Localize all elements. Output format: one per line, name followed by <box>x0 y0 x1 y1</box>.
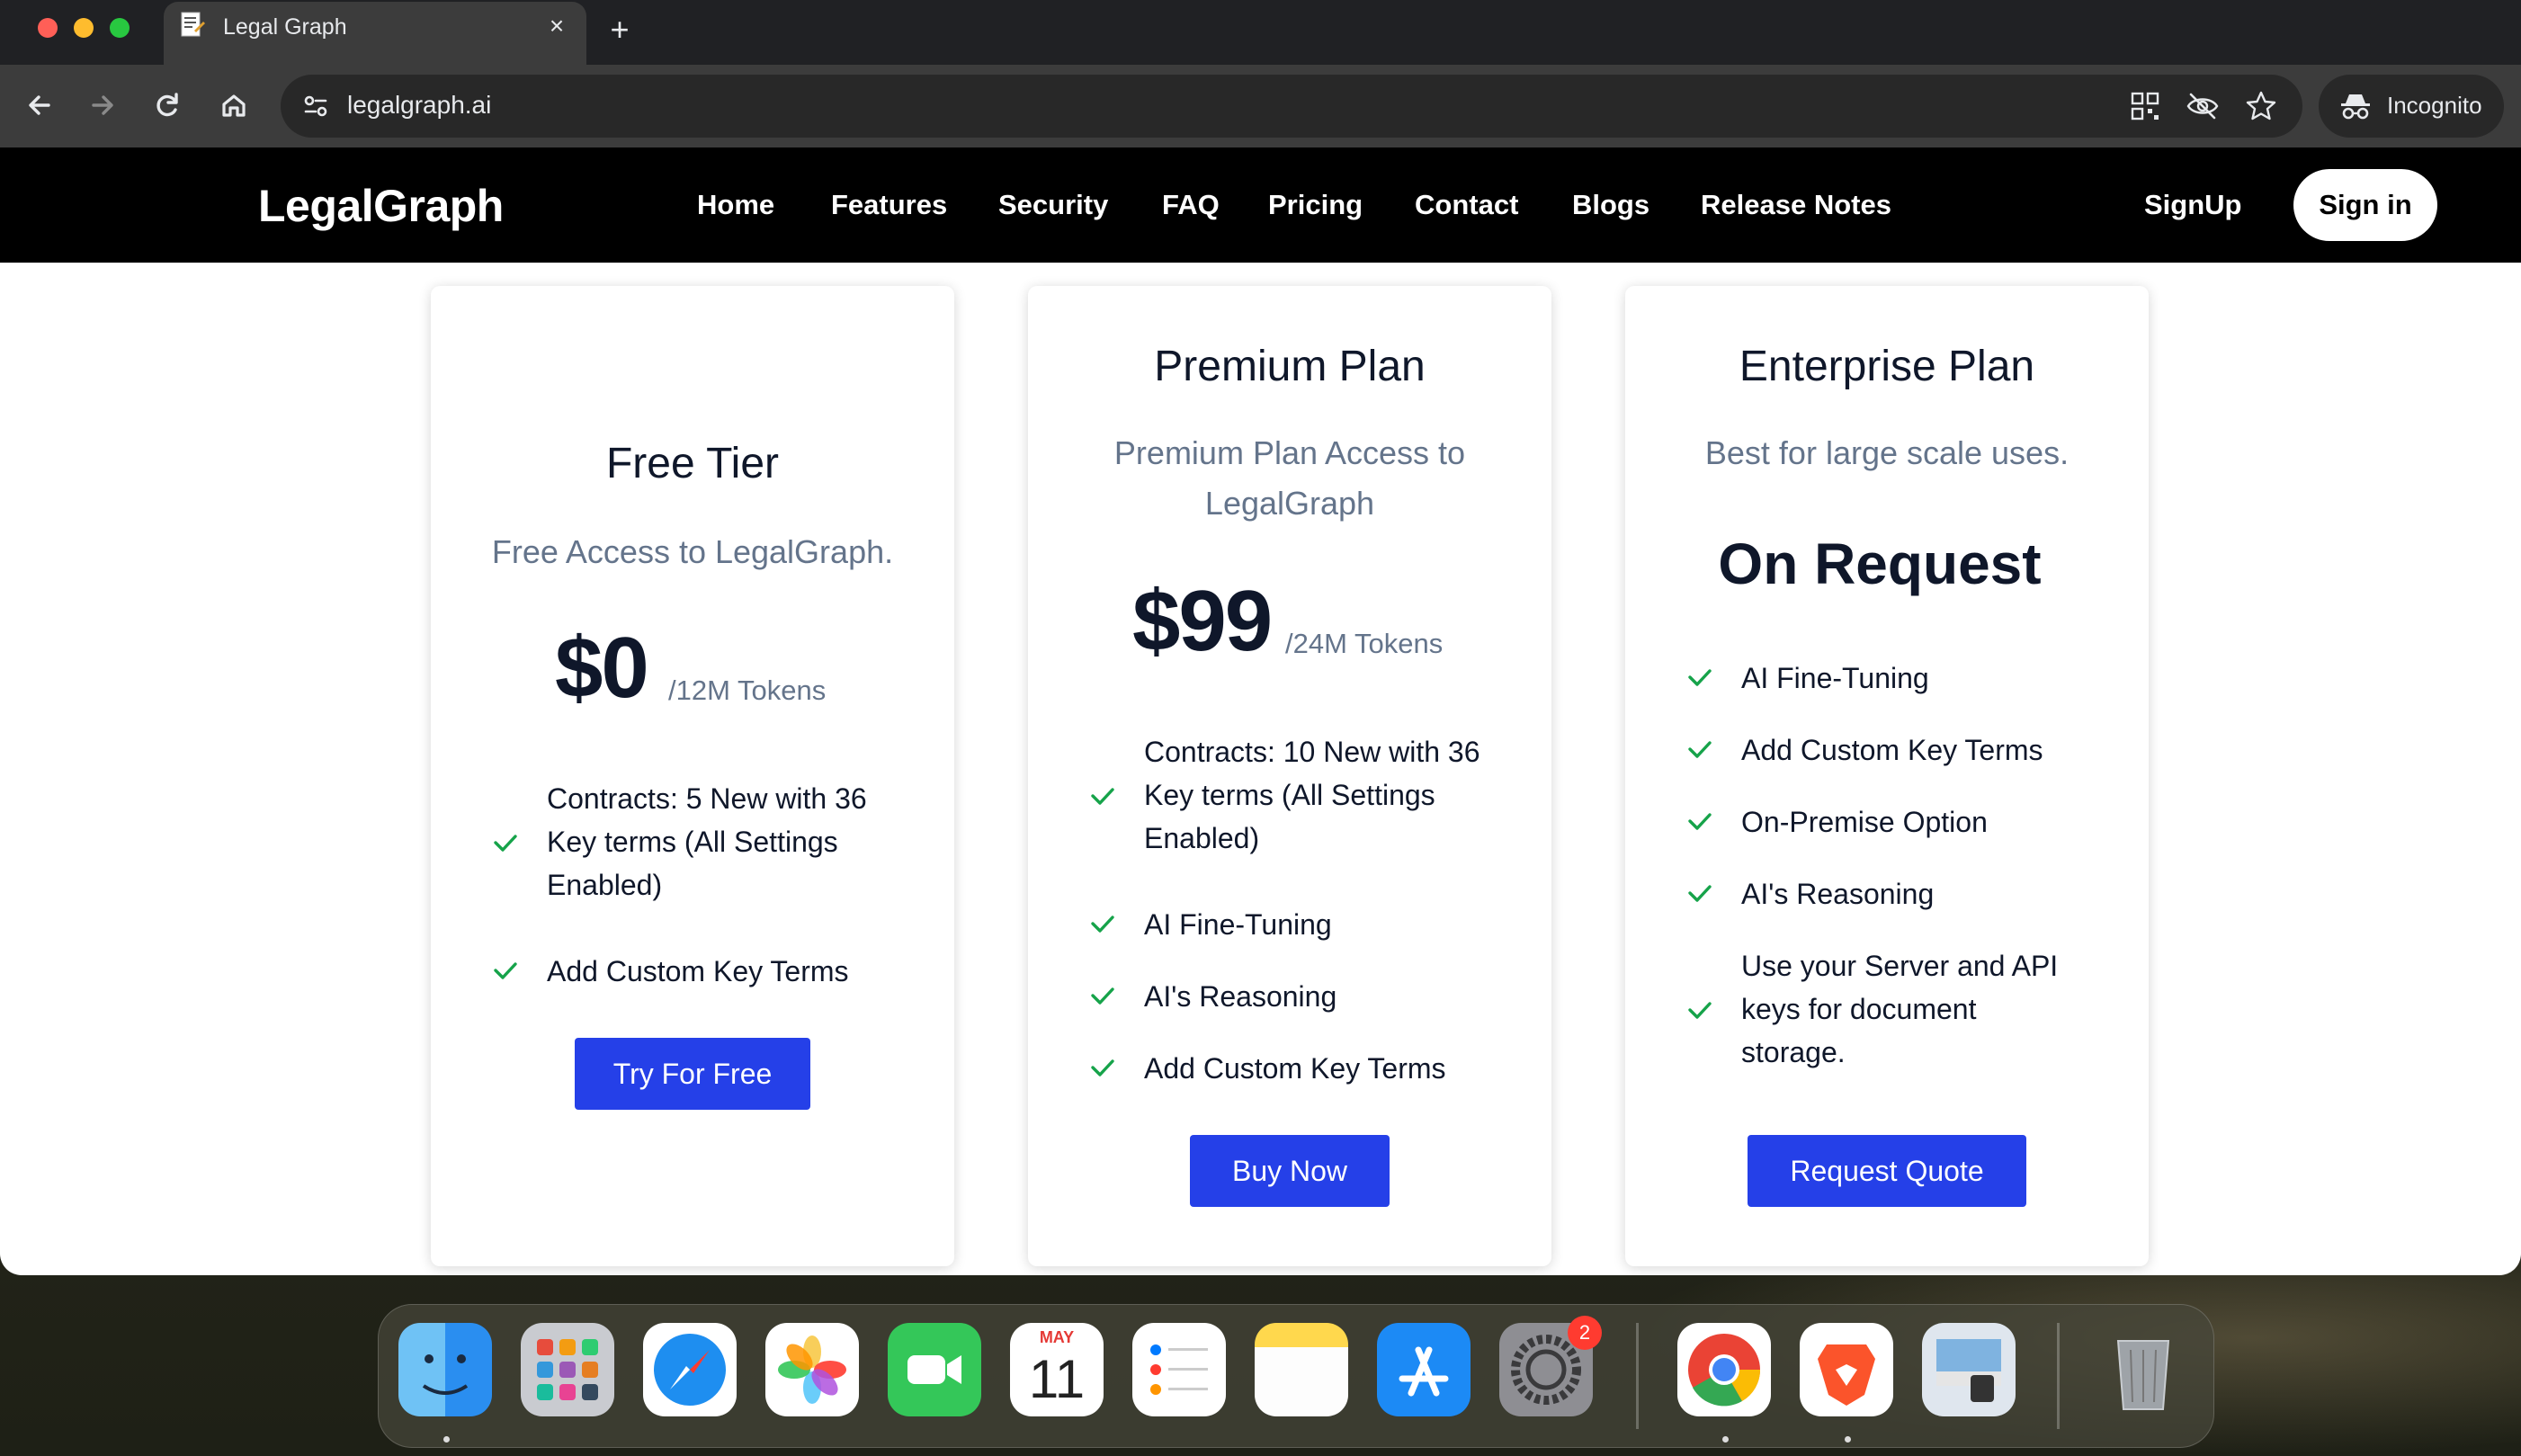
plan-feature: Add Custom Key Terms <box>547 955 849 987</box>
plan-feature: Contracts: 5 New with 36 Key terms (All … <box>547 782 867 901</box>
signup-link[interactable]: SignUp <box>2144 189 2242 221</box>
home-icon[interactable] <box>212 84 255 127</box>
try-for-free-button[interactable]: Try For Free <box>575 1038 810 1110</box>
trash-icon[interactable] <box>2096 1323 2190 1416</box>
incognito-icon <box>2341 94 2370 120</box>
site-settings-icon[interactable] <box>299 89 333 123</box>
eye-slash-icon[interactable] <box>2186 91 2220 121</box>
plan-price: $0 <box>555 620 649 716</box>
plan-subtitle: Free Access to LegalGraph. <box>491 533 894 570</box>
browser-window: Legal Graph × + legalgraph.ai Incognito … <box>0 0 2521 1275</box>
close-window-button[interactable] <box>38 18 58 38</box>
pricing-card-premium: Premium Plan Premium Plan Access to Lega… <box>1028 286 1551 1266</box>
checkmark-icon <box>494 835 517 852</box>
calendar-day: 11 <box>1028 1349 1086 1409</box>
nav-link-features[interactable]: Features <box>831 189 947 221</box>
request-quote-button[interactable]: Request Quote <box>1748 1135 2026 1207</box>
tab-strip: Legal Graph × + <box>0 0 2521 65</box>
calendar-month: MAY <box>1039 1328 1075 1346</box>
incognito-indicator[interactable]: Incognito <box>2319 75 2504 138</box>
nav-link-contact[interactable]: Contact <box>1415 189 1518 221</box>
calendar-icon[interactable]: MAY 11 <box>1010 1323 1104 1416</box>
nav-link-blogs[interactable]: Blogs <box>1572 189 1649 221</box>
photos-icon[interactable] <box>765 1323 859 1416</box>
plan-price-unit: /24M Tokens <box>1285 628 1444 659</box>
plan-price: On Request <box>1718 531 2042 596</box>
plan-feature: AI Fine-Tuning <box>1144 908 1332 941</box>
plan-feature: AI's Reasoning <box>1144 980 1337 1013</box>
url-text[interactable]: legalgraph.ai <box>347 91 491 120</box>
preview-icon[interactable] <box>1922 1323 2016 1416</box>
brave-icon[interactable] <box>1800 1323 1893 1416</box>
checkmark-icon <box>1091 916 1114 933</box>
site-logo[interactable]: LegalGraph <box>258 180 504 232</box>
plan-subtitle: Premium Plan Access to LegalGraph <box>1113 434 1466 522</box>
document-favicon-icon <box>181 12 205 37</box>
qr-code-icon[interactable] <box>2130 91 2160 121</box>
nav-link-home[interactable]: Home <box>697 189 774 221</box>
plan-title: Premium Plan <box>1154 343 1426 390</box>
zoom-window-button[interactable] <box>110 18 130 38</box>
sign-in-button[interactable]: Sign in <box>2293 169 2437 241</box>
plan-feature: Use your Server and API keys for documen… <box>1741 950 2059 1068</box>
reload-icon[interactable] <box>146 84 189 127</box>
buy-now-button[interactable]: Buy Now <box>1190 1135 1390 1207</box>
plan-feature: Contracts: 10 New with 36 Key terms (All… <box>1144 736 1480 854</box>
plan-feature: Add Custom Key Terms <box>1741 734 2043 766</box>
checkmark-icon <box>1091 987 1114 1005</box>
nav-link-faq[interactable]: FAQ <box>1162 189 1220 221</box>
nav-link-release-notes[interactable]: Release Notes <box>1701 189 1891 221</box>
forward-arrow-icon[interactable] <box>81 84 124 127</box>
notes-icon[interactable] <box>1255 1323 1348 1416</box>
facetime-icon[interactable] <box>888 1323 981 1416</box>
pricing-card-enterprise: Enterprise Plan Best for large scale use… <box>1625 286 2149 1266</box>
launchpad-icon[interactable] <box>521 1323 614 1416</box>
reminders-icon[interactable] <box>1132 1323 1226 1416</box>
checkmark-icon <box>1688 813 1712 830</box>
browser-tab[interactable]: Legal Graph × <box>164 2 586 65</box>
plan-feature: AI Fine-Tuning <box>1741 662 1929 694</box>
plan-feature: On-Premise Option <box>1741 806 1988 838</box>
plan-price-unit: /12M Tokens <box>668 674 827 706</box>
plan-title: Enterprise Plan <box>1739 343 2035 390</box>
plan-feature: AI's Reasoning <box>1741 878 1935 910</box>
nav-link-security[interactable]: Security <box>998 189 1108 221</box>
nav-link-pricing[interactable]: Pricing <box>1268 189 1363 221</box>
new-tab-button[interactable]: + <box>599 9 640 50</box>
pricing-card-free: Free Tier Free Access to LegalGraph. $0 … <box>431 286 954 1266</box>
checkmark-icon <box>1688 1002 1712 1019</box>
plan-price: $99 <box>1132 573 1273 669</box>
checkmark-icon <box>1091 1059 1114 1076</box>
safari-icon[interactable] <box>643 1323 737 1416</box>
macos-dock: MAY 11 2 <box>378 1304 2214 1448</box>
notification-badge: 2 <box>1568 1316 1602 1350</box>
checkmark-icon <box>1091 788 1114 805</box>
chrome-icon[interactable] <box>1677 1323 1771 1416</box>
tab-title: Legal Graph <box>223 14 347 40</box>
site-navbar: LegalGraph Home Features Security FAQ Pr… <box>0 147 2521 263</box>
minimize-window-button[interactable] <box>74 18 94 38</box>
bookmark-star-icon[interactable] <box>2245 90 2277 122</box>
incognito-label: Incognito <box>2387 92 2482 119</box>
browser-toolbar: legalgraph.ai Incognito <box>0 65 2521 147</box>
checkmark-icon <box>1688 885 1712 902</box>
app-store-icon[interactable] <box>1377 1323 1471 1416</box>
checkmark-icon <box>1688 741 1712 758</box>
back-arrow-icon[interactable] <box>18 84 61 127</box>
tab-close-icon[interactable]: × <box>541 11 572 41</box>
checkmark-icon <box>494 962 517 979</box>
finder-icon[interactable] <box>398 1323 492 1416</box>
plan-title: Free Tier <box>605 440 780 487</box>
address-bar[interactable]: legalgraph.ai <box>281 75 2302 138</box>
checkmark-icon <box>1688 669 1712 686</box>
system-settings-icon[interactable]: 2 <box>1499 1316 1602 1416</box>
plan-subtitle: Best for large scale uses. <box>1704 434 2070 471</box>
plan-feature: Add Custom Key Terms <box>1144 1052 1446 1085</box>
